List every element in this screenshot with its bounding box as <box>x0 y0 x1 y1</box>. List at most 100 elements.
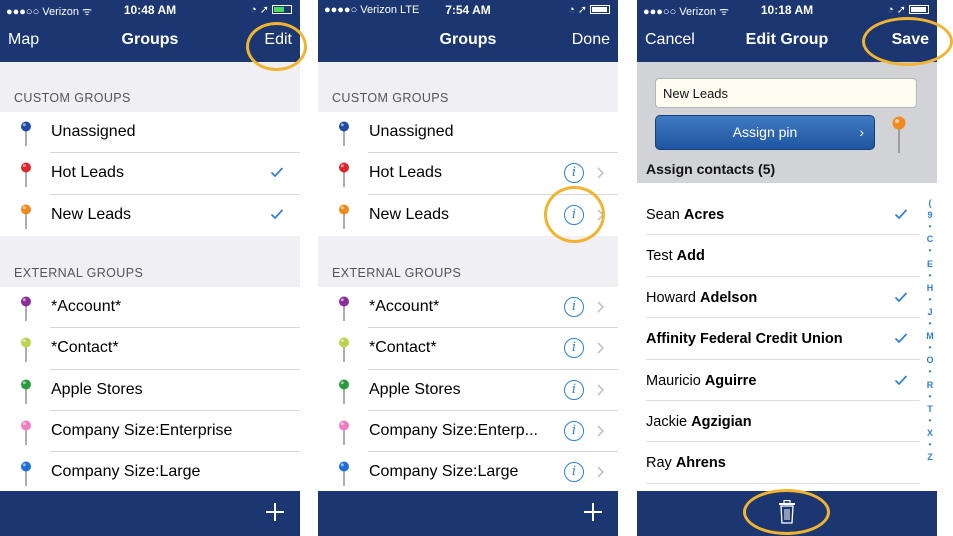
index-letter[interactable]: O <box>924 355 936 365</box>
status-right: ◔ ➚ <box>568 3 610 16</box>
row-divider <box>646 482 920 484</box>
group-name: Apple Stores <box>51 380 143 398</box>
group-row[interactable]: New Leads <box>0 195 300 236</box>
contact-row[interactable]: Mauricio Aguirre <box>637 360 920 401</box>
contact-row[interactable]: Test Add <box>637 235 920 277</box>
index-letter[interactable]: R <box>924 380 936 390</box>
group-name: Apple Stores <box>369 380 461 398</box>
info-icon[interactable]: i <box>564 462 584 483</box>
group-row[interactable]: Apple Stores i <box>318 370 618 411</box>
group-name: Hot Leads <box>369 164 442 182</box>
index-letter[interactable]: H <box>924 283 936 293</box>
checkmark-icon <box>270 167 284 178</box>
group-row[interactable]: *Contact* i <box>318 328 618 370</box>
contact-row[interactable]: Howard Adelson <box>637 277 920 319</box>
index-letter[interactable]: 9 <box>924 210 936 220</box>
contact-name: Ray Ahrens <box>646 455 726 471</box>
contact-row[interactable]: Sean Acres <box>637 194 920 236</box>
group-row[interactable]: *Account* <box>0 287 300 329</box>
contact-first-name: Mauricio <box>646 372 701 389</box>
group-row[interactable]: Apple Stores <box>0 370 300 411</box>
index-letter[interactable]: T <box>924 404 936 414</box>
group-name-field[interactable] <box>655 78 917 108</box>
contact-name: Sean Acres <box>646 207 724 223</box>
info-icon[interactable]: i <box>564 297 584 317</box>
battery-icon <box>272 5 292 14</box>
map-pin-icon <box>339 379 349 404</box>
edit-highlight-ring <box>246 22 307 71</box>
assign-contacts-label: Assign contacts (5) <box>646 161 776 177</box>
contact-list: Sean Acres Test Add Howard Adelson Affinity… <box>637 183 937 491</box>
contact-last-name: Affinity Federal Credit Union <box>646 331 843 348</box>
group-row[interactable]: *Contact* <box>0 328 300 370</box>
index-letter[interactable]: M <box>924 331 936 341</box>
index-letter[interactable]: • <box>924 246 936 255</box>
assign-pin-button[interactable]: Assign pin › <box>655 115 875 150</box>
selected-pin-icon <box>892 116 906 153</box>
index-letter[interactable]: • <box>924 343 936 352</box>
index-letter[interactable]: Z <box>924 452 936 462</box>
contact-row[interactable]: Jackie Agzigian <box>637 401 920 443</box>
chevron-right-icon <box>597 384 605 396</box>
contact-name: Test Add <box>646 248 705 264</box>
groups-list: CUSTOM GROUPS Unassigned Hot Leads New Lea… <box>0 62 300 491</box>
info-icon[interactable]: i <box>564 338 584 359</box>
index-letter[interactable]: • <box>924 440 936 449</box>
info-icon[interactable]: i <box>564 163 584 184</box>
index-letter[interactable]: • <box>924 295 936 304</box>
contact-row[interactable]: Ray Ahrens <box>637 442 920 484</box>
index-letter[interactable]: • <box>924 222 936 231</box>
checkmark-icon <box>894 209 908 220</box>
info-highlight-ring <box>544 186 605 243</box>
group-row[interactable]: Company Size:Large i <box>318 452 618 491</box>
assign-pin-label: Assign pin <box>732 124 798 140</box>
add-group-icon[interactable] <box>584 503 602 521</box>
group-row[interactable]: Unassigned <box>0 112 300 154</box>
contact-name: Howard Adelson <box>646 290 757 306</box>
index-letter[interactable]: C <box>924 234 936 244</box>
chevron-right-icon <box>597 301 605 313</box>
contact-first-name: Test <box>646 248 673 265</box>
bottom-toolbar <box>0 491 300 536</box>
index-letter[interactable]: • <box>924 367 936 376</box>
group-row[interactable]: Company Size:Enterprise <box>0 411 300 453</box>
group-row[interactable]: Unassigned <box>318 112 618 154</box>
contact-name: Jackie Agzigian <box>646 414 752 430</box>
index-letter[interactable]: • <box>924 416 936 425</box>
group-row[interactable]: Hot Leads <box>0 153 300 195</box>
group-name: Unassigned <box>51 123 136 140</box>
contact-row[interactable]: Affinity Federal Credit Union <box>637 318 920 360</box>
add-group-icon[interactable] <box>266 503 284 521</box>
chevron-right-icon: › <box>859 124 864 140</box>
contact-last-name: Add <box>676 248 705 265</box>
group-row[interactable]: Company Size:Enterp... i <box>318 411 618 453</box>
done-button[interactable]: Done <box>572 31 610 49</box>
contact-name: Mauricio Aguirre <box>646 373 756 389</box>
index-letter[interactable]: J <box>924 307 936 317</box>
external-groups-section: *Account* *Contact* Apple Stores Company Si… <box>0 287 300 491</box>
bottom-toolbar <box>318 491 618 536</box>
group-row[interactable]: *Account* i <box>318 287 618 329</box>
save-highlight-ring <box>862 17 953 66</box>
group-name: Company Size:Enterprise <box>51 421 233 439</box>
map-pin-icon <box>21 204 31 229</box>
group-row[interactable]: Company Size:Large <box>0 452 300 491</box>
index-letter[interactable]: E <box>924 259 936 269</box>
trash-highlight-ring <box>743 489 830 535</box>
index-letter[interactable]: X <box>924 428 936 438</box>
map-pin-icon <box>339 420 349 445</box>
group-name: New Leads <box>51 205 132 223</box>
chevron-right-icon <box>597 466 605 478</box>
index-letter[interactable]: • <box>924 271 936 280</box>
edit-group-screen: ●●●○○ Verizon ᯤ 10:18 AM ◔ ➚ Cancel Edit… <box>637 0 937 536</box>
location-lock-icon: ◔ ➚ <box>250 4 269 16</box>
index-letter[interactable]: • <box>924 319 936 328</box>
contact-last-name: Ahrens <box>675 455 726 472</box>
map-pin-icon <box>21 162 31 188</box>
custom-groups-section: Unassigned Hot Leads New Leads <box>0 112 300 236</box>
index-letter[interactable]: • <box>924 392 936 401</box>
index-letter[interactable]: ( <box>924 198 936 208</box>
external-groups-section: *Account* i *Contact* i Apple Stores i Company… <box>318 287 618 491</box>
info-icon[interactable]: i <box>564 379 584 400</box>
info-icon[interactable]: i <box>564 420 584 441</box>
